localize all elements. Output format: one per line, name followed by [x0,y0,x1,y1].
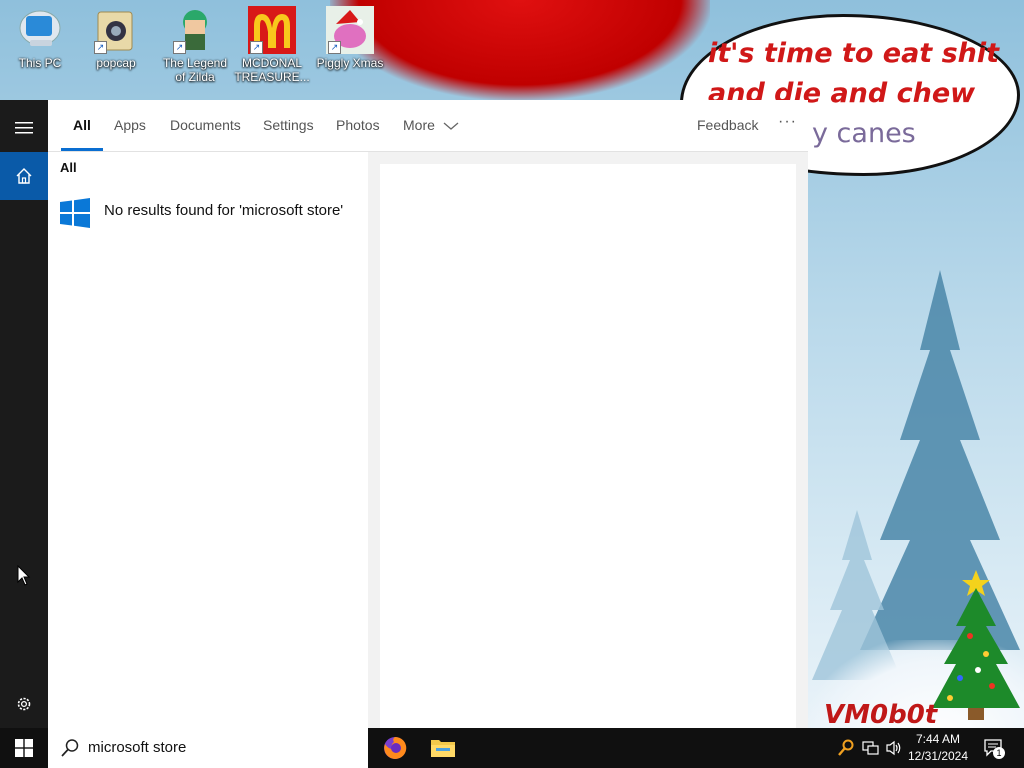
firefox-icon [384,736,407,759]
desktop-icon-this-pc[interactable]: This PC [2,6,78,70]
folder-icon: ↗ [92,6,140,54]
action-center-button[interactable]: 1 [982,738,1006,759]
shortcut-arrow-icon: ↗ [250,41,263,54]
home-icon [16,168,32,184]
desktop-icon-legend-of-zilda[interactable]: ↗ The Legend of Zilda [157,6,233,84]
computer-icon [16,6,64,54]
file-explorer-icon [431,740,455,757]
search-icon [61,739,79,757]
desktop-icon-label: popcap [96,56,136,70]
shortcut-arrow-icon: ↗ [328,41,341,54]
gear-icon [17,697,31,711]
search-panel: All Apps Documents Settings Photos More … [48,100,808,728]
shortcut-arrow-icon: ↗ [94,41,107,54]
shortcut-arrow-icon: ↗ [173,41,186,54]
desktop-icon-mcdonal-treasure[interactable]: ↗ MCDONAL TREASURE... [234,6,310,84]
no-results-text: No results found for 'microsoft store' [104,202,344,219]
search-tabs: All Apps Documents Settings Photos More … [48,100,808,152]
chevron-down-icon [443,122,459,131]
taskbar-file-explorer[interactable] [419,728,467,768]
tab-apps[interactable]: Apps [114,100,146,151]
desktop-icon-label: This PC [18,56,62,70]
game-character-icon: ↗ [171,6,219,54]
preview-pane [380,164,796,728]
network-icon[interactable] [861,738,881,758]
more-options-button[interactable]: ··· [778,96,797,147]
desktop-icon-popcap[interactable]: ↗ popcap [78,6,154,70]
windows-logo-icon [60,198,90,228]
results-section-title: All [60,160,77,175]
notification-count-badge: 1 [993,747,1005,759]
clock-date: 12/31/2024 [907,749,969,763]
wallpaper-christmas-tree [932,570,1020,720]
search-input[interactable] [88,739,348,756]
search-left-rail [0,100,48,728]
taskbar-search-box[interactable] [48,728,368,768]
hamburger-menu-button[interactable] [0,104,48,152]
windows-start-icon [15,739,33,757]
desktop-icon-piggly-xmas[interactable]: ↗ Piggly Xmas [312,6,388,70]
tab-more-label: More [403,117,435,133]
tab-all[interactable]: All [61,100,103,151]
tab-photos[interactable]: Photos [336,100,380,151]
pig-icon: ↗ [326,6,374,54]
settings-button[interactable] [0,680,48,728]
desktop-icon-label: The Legend of Zilda [162,56,228,84]
volume-icon[interactable] [884,738,904,758]
wallpaper-signature: VM0b0t [824,700,938,730]
taskbar-firefox[interactable] [371,728,419,768]
no-results-row: No results found for 'microsoft store' [48,194,368,234]
feedback-link[interactable]: Feedback [697,100,758,151]
taskbar: 7:44 AM 12/31/2024 1 [0,728,1024,768]
tab-more[interactable]: More [403,100,459,151]
start-button[interactable] [0,728,48,768]
tab-documents[interactable]: Documents [170,100,241,151]
tab-settings[interactable]: Settings [263,100,314,151]
search-results-list: All No results found for 'microsoft stor… [48,152,368,728]
home-button[interactable] [0,152,48,200]
mouse-cursor-icon [17,565,31,586]
desktop-icon-label: MCDONAL TREASURE... [234,56,310,84]
system-clock[interactable]: 7:44 AM 12/31/2024 [904,731,972,765]
hamburger-icon [15,122,33,134]
desktop-icon-label: Piggly Xmas [316,56,384,70]
tray-search-key-icon[interactable] [836,738,856,758]
mcdonalds-logo-icon: ↗ [248,6,296,54]
clock-time: 7:44 AM [915,732,961,746]
